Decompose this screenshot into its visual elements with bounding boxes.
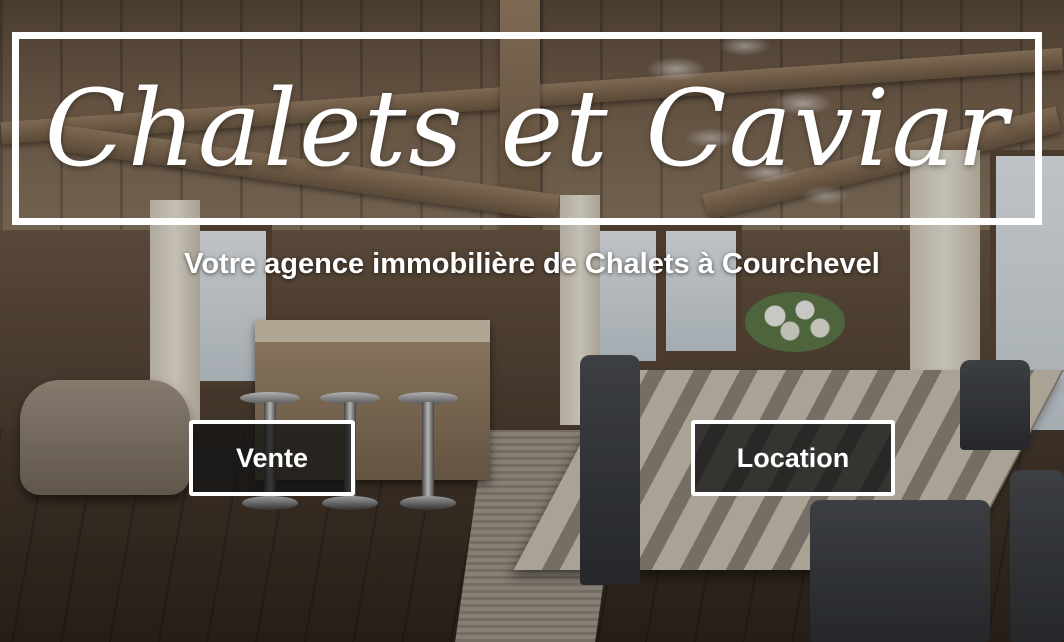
location-button[interactable]: Location [691, 420, 895, 496]
site-logo[interactable]: Chalets et Caviar [45, 75, 1010, 182]
logo-frame: Chalets et Caviar [12, 32, 1042, 225]
vente-button[interactable]: Vente [189, 420, 355, 496]
tagline: Votre agence immobilière de Chalets à Co… [184, 248, 880, 280]
